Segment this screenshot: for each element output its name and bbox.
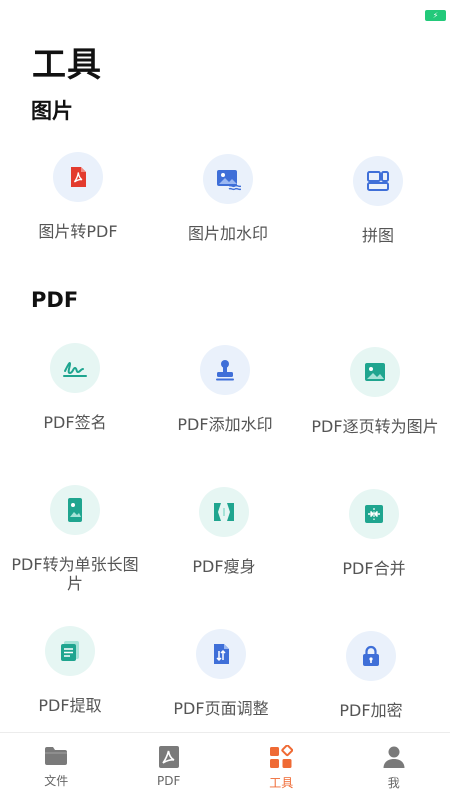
pdf-icon	[158, 746, 179, 768]
image-icon	[350, 347, 400, 397]
tool-label: PDF逐页转为图片	[311, 417, 439, 436]
tab-label-files: 文件	[44, 774, 69, 788]
stamp-icon	[200, 345, 250, 395]
tab-tools[interactable]: 工具	[225, 733, 338, 800]
tool-pdf-add-watermark[interactable]: PDF添加水印	[150, 345, 300, 434]
tool-image-to-pdf[interactable]: 图片转PDF	[3, 152, 153, 241]
tab-label-tools: 工具	[269, 776, 294, 790]
tool-label: PDF签名	[43, 413, 107, 432]
tool-label: PDF添加水印	[177, 415, 273, 434]
tool-pdf-to-long-image[interactable]: PDF转为单张长图片	[0, 485, 150, 593]
tool-label: 图片转PDF	[38, 222, 118, 241]
tools-grid-icon	[270, 745, 294, 768]
tool-pdf-page-adjust[interactable]: PDF页面调整	[146, 629, 296, 718]
tool-label: PDF转为单张长图片	[11, 555, 139, 593]
tab-label-pdf: PDF	[157, 774, 181, 788]
long-image-icon	[50, 485, 100, 535]
tool-pdf-encrypt[interactable]: PDF加密	[296, 631, 446, 720]
section-title-pdf: PDF	[31, 288, 79, 312]
extract-icon	[45, 626, 95, 676]
tab-label-me: 我	[387, 776, 400, 790]
tool-label: 拼图	[361, 226, 394, 245]
tool-label: PDF提取	[38, 696, 102, 715]
tool-pdf-to-images[interactable]: PDF逐页转为图片	[300, 347, 450, 436]
tab-files[interactable]: 文件	[0, 733, 113, 800]
tool-label: PDF页面调整	[173, 699, 269, 718]
page-title: 工具	[32, 45, 102, 85]
tool-label: PDF瘦身	[192, 557, 256, 576]
tool-label: PDF合并	[342, 559, 406, 578]
signature-icon	[50, 343, 100, 393]
tool-pdf-compress[interactable]: PDF瘦身	[149, 487, 299, 576]
tool-label: PDF加密	[339, 701, 403, 720]
user-icon	[383, 746, 405, 768]
tool-image-watermark[interactable]: 图片加水印	[153, 154, 303, 243]
lock-icon	[346, 631, 396, 681]
folder-icon	[45, 747, 68, 765]
merge-icon	[349, 489, 399, 539]
tool-pdf-merge[interactable]: PDF合并	[299, 489, 449, 578]
battery-icon: ⚡	[425, 10, 446, 21]
compress-icon	[199, 487, 249, 537]
status-bar: ⚡	[0, 0, 450, 30]
collage-icon	[353, 156, 403, 206]
tool-collage[interactable]: 拼图	[303, 156, 450, 245]
tool-pdf-signature[interactable]: PDF签名	[0, 343, 150, 432]
tool-pdf-extract[interactable]: PDF提取	[0, 626, 145, 715]
bottom-tab-bar: 文件 PDF 工具 我	[0, 732, 450, 800]
page-adjust-icon	[196, 629, 246, 679]
tab-me[interactable]: 我	[338, 733, 450, 800]
section-title-images: 图片	[31, 99, 73, 123]
tab-pdf[interactable]: PDF	[113, 733, 226, 800]
pdf-file-icon	[53, 152, 103, 202]
tool-label: 图片加水印	[187, 224, 268, 243]
image-watermark-icon	[203, 154, 253, 204]
